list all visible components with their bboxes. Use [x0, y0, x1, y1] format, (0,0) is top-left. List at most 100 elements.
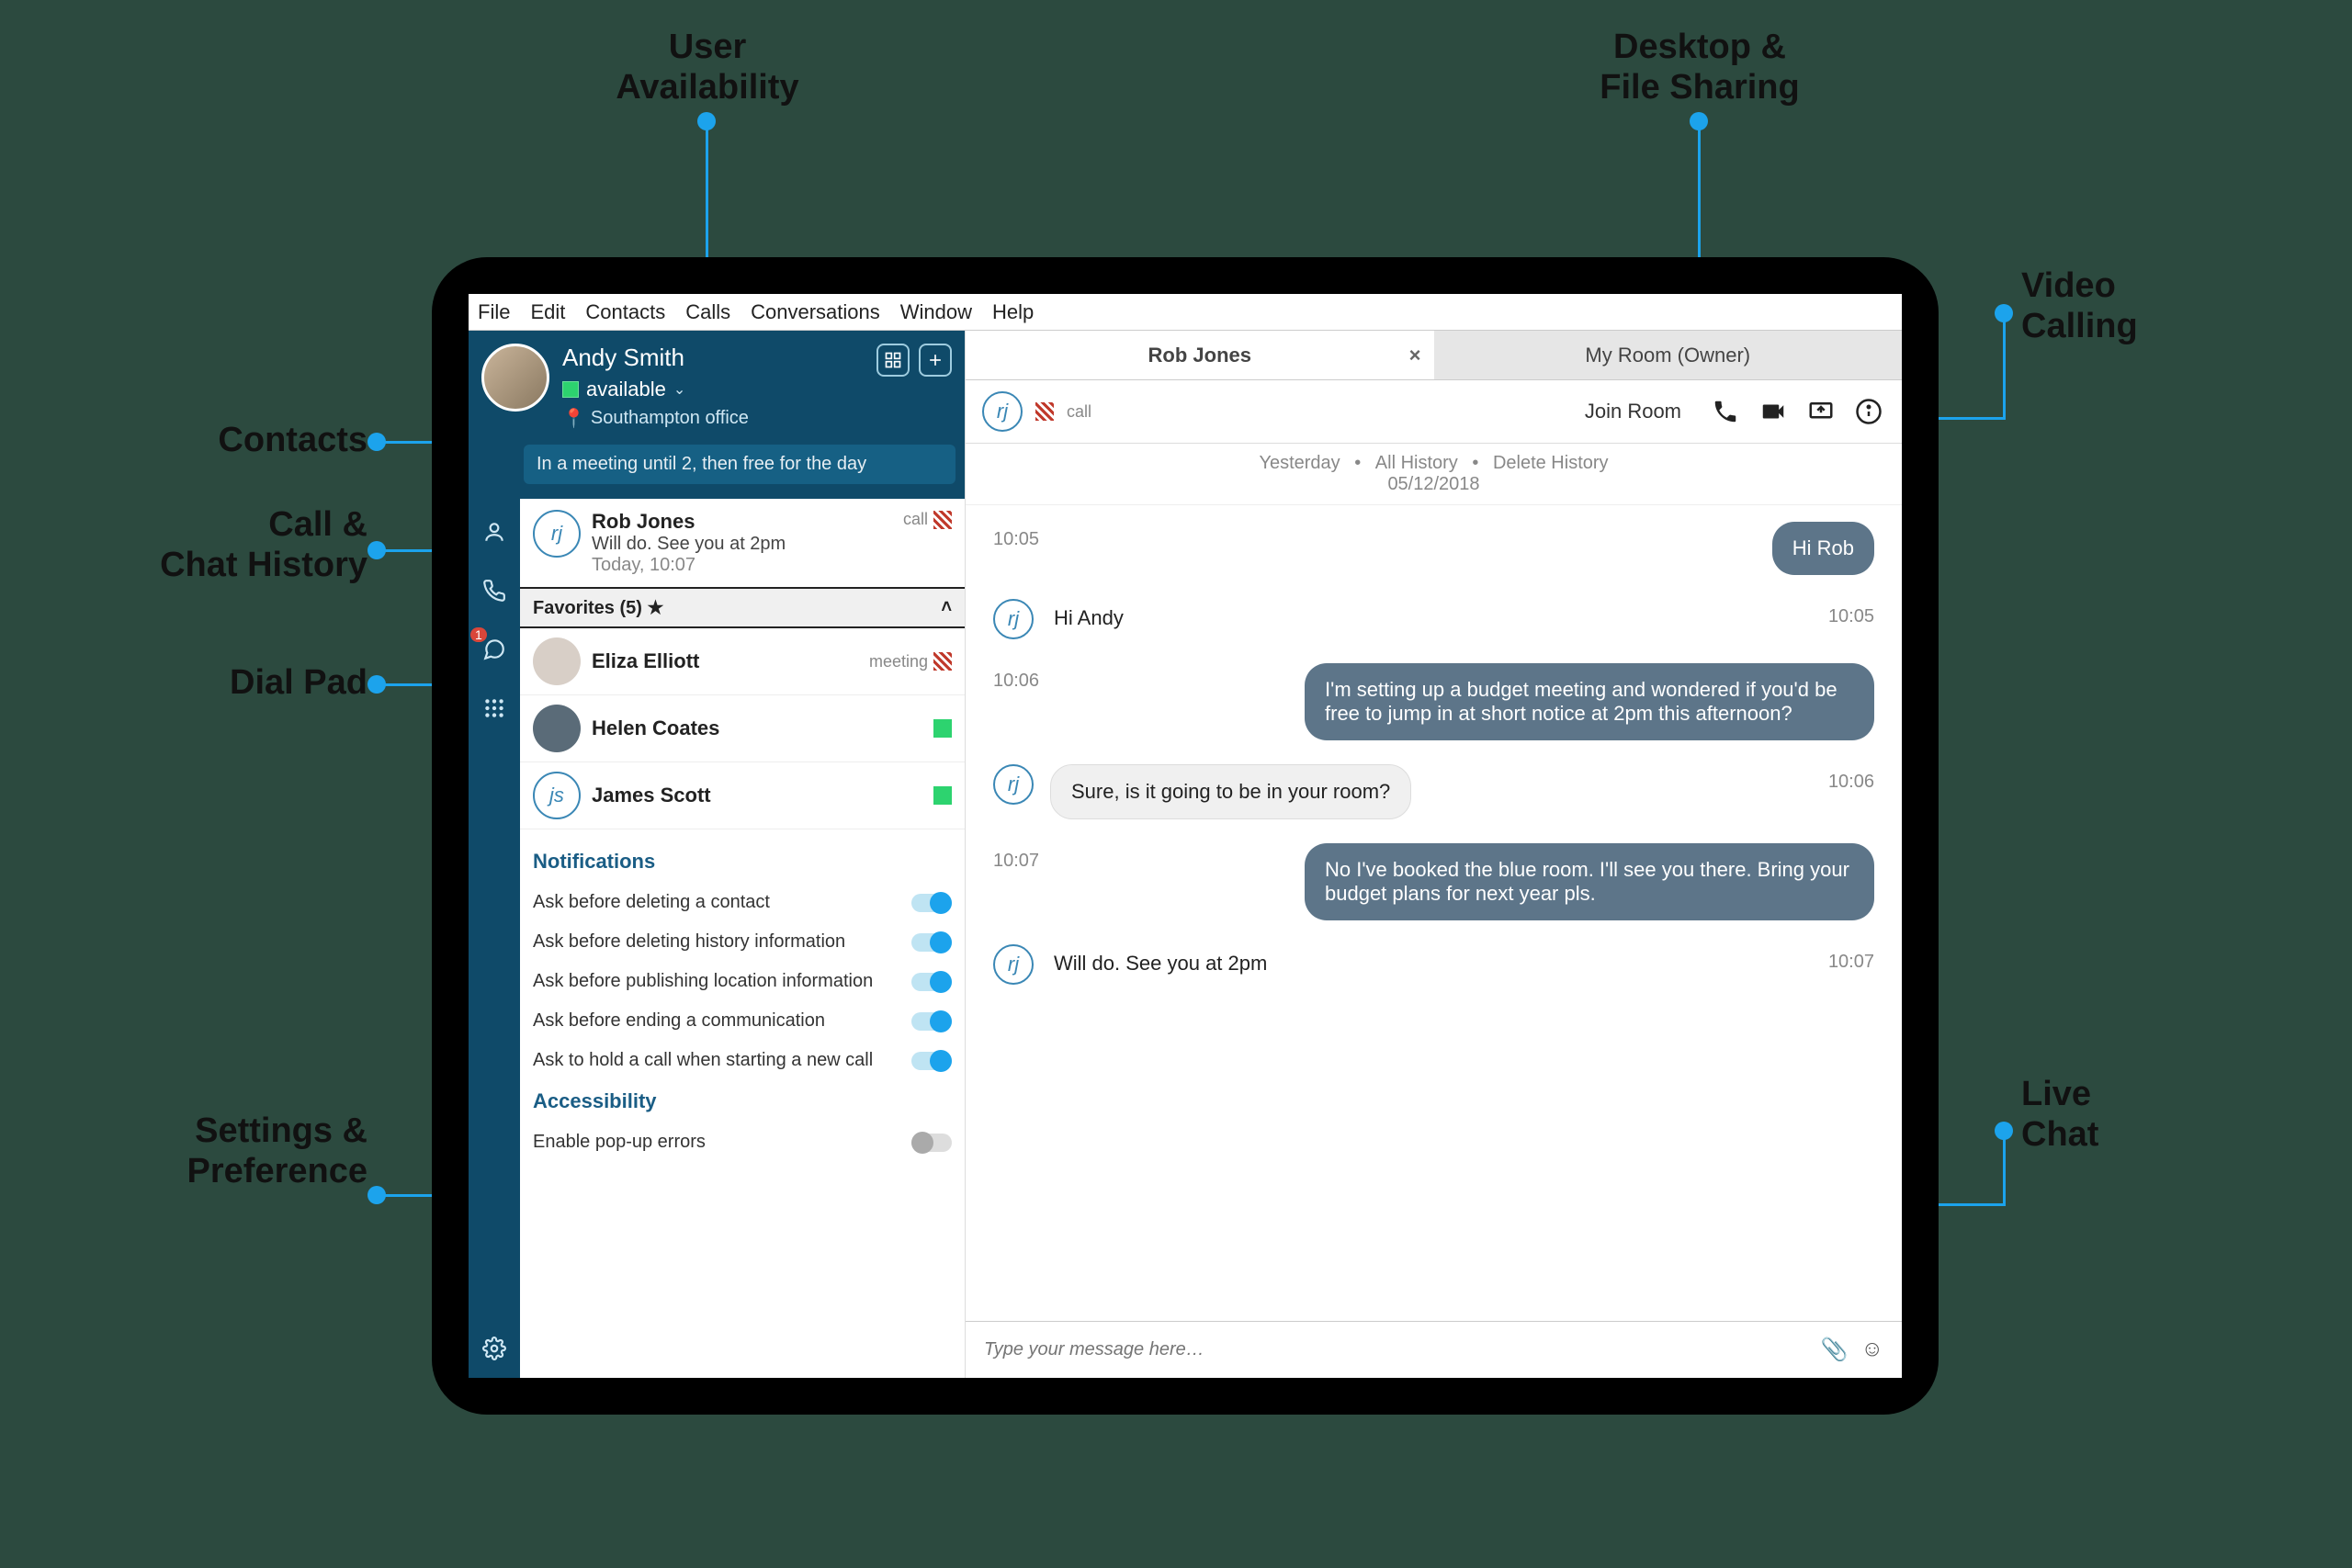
profile-banner: Andy Smith available ⌄ 📍 Southampton off… — [469, 331, 965, 499]
callout-settings-preference: Settings & Preference — [37, 1111, 368, 1191]
add-button[interactable] — [919, 344, 952, 377]
toolbar-call-tag: call — [1067, 402, 1091, 422]
annotation-dot — [368, 541, 386, 559]
history-link[interactable]: Yesterday — [1250, 453, 1349, 473]
notifications-header: Notifications — [533, 850, 952, 874]
video-icon[interactable] — [1757, 395, 1790, 428]
annotation-dot — [1995, 1122, 2013, 1140]
setting-row: Ask before deleting a contact — [533, 883, 952, 922]
callout-live-chat: Live Chat — [2021, 1075, 2205, 1155]
close-tab-icon[interactable]: × — [1409, 344, 1421, 367]
tablet-frame: File Edit Contacts Calls Conversations W… — [432, 257, 1939, 1415]
toggle-switch[interactable] — [911, 1134, 952, 1152]
dial-pad-icon[interactable] — [478, 692, 511, 725]
chat-messages[interactable]: 10:05 Hi Rob rj Hi Andy 10:05 10:06 I'm … — [966, 505, 1902, 1321]
phone-icon[interactable] — [1709, 395, 1742, 428]
app-screen: File Edit Contacts Calls Conversations W… — [469, 294, 1902, 1378]
message-out: No I've booked the blue room. I'll see y… — [1305, 843, 1874, 920]
toggle-switch[interactable] — [911, 933, 952, 952]
recent-time: Today, 10:07 — [592, 555, 786, 576]
msg-timestamp: 10:07 — [1828, 944, 1874, 973]
message-out: I'm setting up a budget meeting and wond… — [1305, 663, 1874, 740]
settings-icon[interactable] — [478, 1332, 511, 1365]
menu-contacts[interactable]: Contacts — [585, 300, 665, 324]
annotation-line — [706, 121, 708, 277]
message-input[interactable] — [984, 1339, 1821, 1360]
msg-avatar: rj — [993, 599, 1034, 639]
icon-rail: 1 — [469, 499, 520, 1378]
profile-status[interactable]: available ⌄ — [562, 378, 952, 401]
location-pin-icon: 📍 — [562, 407, 585, 430]
status-message[interactable]: In a meeting until 2, then free for the … — [524, 445, 956, 484]
chevron-down-icon: ⌄ — [673, 380, 685, 399]
history-link[interactable]: Delete History — [1484, 453, 1618, 473]
history-bar: Yesterday • All History • Delete History… — [966, 444, 1902, 505]
badge-count: 1 — [470, 627, 487, 642]
message-in: Sure, is it going to be in your room? — [1050, 764, 1411, 819]
chat-tab-active[interactable]: Rob Jones × — [966, 331, 1434, 379]
favorite-contact[interactable]: js James Scott — [520, 762, 965, 829]
msg-avatar: rj — [993, 764, 1034, 805]
menu-window[interactable]: Window — [900, 300, 972, 324]
menu-calls[interactable]: Calls — [685, 300, 730, 324]
msg-timestamp: 10:05 — [993, 522, 1052, 550]
chevron-up-icon: ˄ — [941, 597, 952, 618]
setting-row: Ask before deleting history information — [533, 922, 952, 962]
callout-contacts: Contacts — [37, 421, 368, 461]
message-in: Hi Andy — [1050, 599, 1127, 637]
setting-row: Ask before ending a communication — [533, 1001, 952, 1041]
chat-tabs: Rob Jones × My Room (Owner) — [966, 331, 1902, 380]
toggle-switch[interactable] — [911, 894, 952, 912]
emoji-icon[interactable]: ☺ — [1860, 1337, 1883, 1363]
favorite-contact[interactable]: Eliza Elliott meeting — [520, 628, 965, 695]
toggle-switch[interactable] — [911, 973, 952, 991]
msg-timestamp: 10:06 — [1828, 764, 1874, 793]
msg-avatar: rj — [993, 944, 1034, 985]
msg-timestamp: 10:05 — [1828, 599, 1874, 627]
profile-avatar[interactable] — [481, 344, 549, 412]
recent-conversation[interactable]: rj Rob Jones Will do. See you at 2pm Tod… — [520, 499, 965, 589]
info-icon[interactable] — [1852, 395, 1885, 428]
menu-conversations[interactable]: Conversations — [751, 300, 880, 324]
join-room-button[interactable]: Join Room — [1572, 394, 1694, 429]
annotation-dot — [1995, 304, 2013, 322]
annotation-line — [2003, 1130, 2006, 1206]
grid-view-button[interactable] — [876, 344, 910, 377]
share-screen-icon[interactable] — [1804, 395, 1838, 428]
settings-panel: Notifications Ask before deleting a cont… — [520, 829, 965, 1173]
toggle-switch[interactable] — [911, 1052, 952, 1070]
sidebar-content: rj Rob Jones Will do. See you at 2pm Tod… — [520, 499, 965, 1378]
menubar: File Edit Contacts Calls Conversations W… — [469, 294, 1902, 331]
attach-icon[interactable]: 📎 — [1821, 1337, 1849, 1363]
menu-edit[interactable]: Edit — [530, 300, 565, 324]
toggle-switch[interactable] — [911, 1012, 952, 1031]
history-date: 05/12/2018 — [975, 474, 1893, 495]
chat-pane: Rob Jones × My Room (Owner) rj call Join… — [965, 331, 1902, 1378]
favorites-header[interactable]: Favorites (5) ★ ˄ — [520, 589, 965, 628]
history-link[interactable]: All History — [1366, 453, 1467, 473]
chat-tab[interactable]: My Room (Owner) — [1434, 331, 1903, 379]
annotation-dot — [1690, 112, 1708, 130]
callout-desktop-file-sharing: Desktop & File Sharing — [1562, 28, 1838, 107]
contact-avatar — [533, 705, 581, 752]
busy-status-icon — [933, 511, 952, 529]
annotation-dot — [697, 112, 716, 130]
setting-row: Ask to hold a call when starting a new c… — [533, 1041, 952, 1080]
recent-name: Rob Jones — [592, 510, 786, 534]
contacts-icon[interactable] — [478, 515, 511, 548]
callout-dial-pad: Dial Pad — [37, 663, 368, 704]
menu-file[interactable]: File — [478, 300, 510, 324]
annotation-line — [2003, 312, 2006, 420]
contact-avatar-initials: js — [533, 772, 581, 819]
accessibility-header: Accessibility — [533, 1089, 952, 1113]
call-history-icon[interactable] — [478, 574, 511, 607]
available-status-icon — [933, 786, 952, 805]
recent-preview: Will do. See you at 2pm — [592, 534, 786, 555]
status-indicator-icon — [562, 381, 579, 398]
annotation-dot — [368, 433, 386, 451]
left-column: Andy Smith available ⌄ 📍 Southampton off… — [469, 331, 965, 1378]
chat-history-icon[interactable]: 1 — [478, 633, 511, 666]
menu-help[interactable]: Help — [992, 300, 1034, 324]
favorite-contact[interactable]: Helen Coates — [520, 695, 965, 762]
message-out: Hi Rob — [1772, 522, 1874, 575]
